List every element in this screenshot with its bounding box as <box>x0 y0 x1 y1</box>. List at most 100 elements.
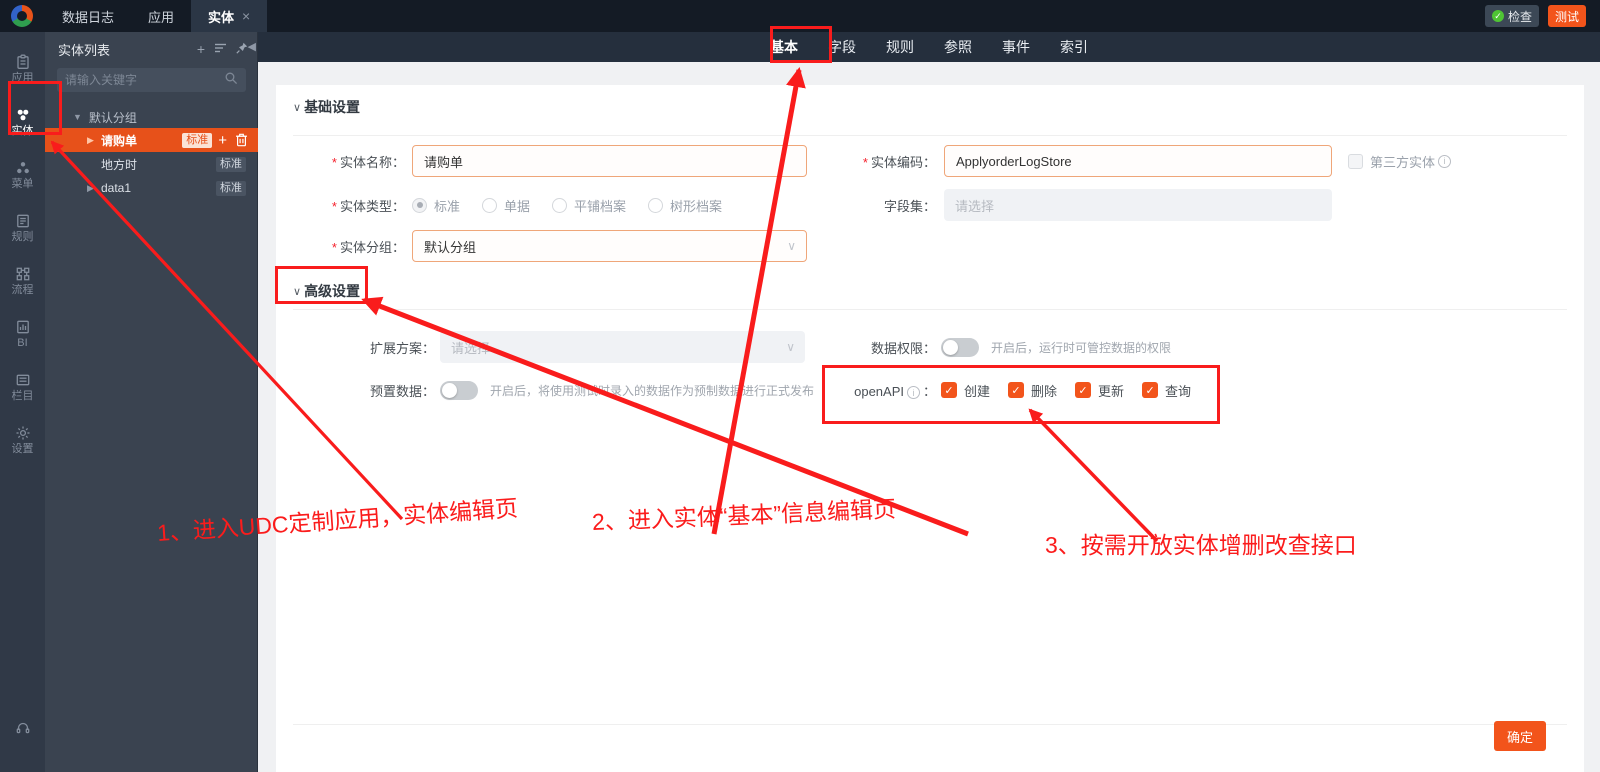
main-content: ∨ 基础设置 * 实体名称： 请购单 * 实体编码： ApplyorderLogSt… <box>258 62 1600 772</box>
info-icon[interactable]: i <box>906 386 920 399</box>
tab-index[interactable]: 索引 <box>1060 37 1088 57</box>
check-icon: ✓ <box>944 384 954 397</box>
check-button[interactable]: ✓ 检查 <box>1484 5 1539 27</box>
tree-group-default[interactable]: ▼ 默认分组 <box>45 106 258 128</box>
tree-item-data1[interactable]: ▶ data1 标准 <box>45 176 258 200</box>
tab-rules[interactable]: 规则 <box>886 37 914 57</box>
openapi-checkbox-group: ✓ 创建 ✓ 删除 ✓ 更新 ✓ 查询 <box>941 381 1209 400</box>
entity-detail-tabbar: 基本 字段 规则 参照 事件 索引 <box>258 32 1600 62</box>
top-tab-application[interactable]: 应用 <box>131 0 191 32</box>
customer-service-icon[interactable] <box>0 720 45 736</box>
divider <box>293 309 1567 310</box>
entity-list-title: 实体列表 <box>58 42 111 58</box>
sidebar-item-settings[interactable]: 设置 <box>0 413 45 466</box>
flow-icon <box>15 266 31 282</box>
sidebar-item-app[interactable]: 应用 <box>0 42 45 95</box>
check-circle-icon: ✓ <box>1491 10 1504 22</box>
third-party-field: 第三方实体 i <box>1348 152 1454 171</box>
add-entity-icon[interactable]: + <box>197 42 205 56</box>
entity-code-label: * 实体编码： <box>862 154 936 170</box>
checkbox-checked[interactable]: ✓ <box>1142 382 1159 398</box>
sidebar-item-entity[interactable]: 实体 <box>0 95 45 148</box>
top-tab-data-log[interactable]: 数据日志 <box>45 0 131 32</box>
sidebar-item-rules[interactable]: 规则 <box>0 201 45 254</box>
divider <box>293 135 1567 136</box>
footer-divider <box>293 724 1567 725</box>
sidebar-item-menu[interactable]: 菜单 <box>0 148 45 201</box>
tab-fields[interactable]: 字段 <box>828 37 856 57</box>
settings-icon <box>15 425 31 441</box>
entity-type-badge: 标准 <box>216 156 246 172</box>
extension-plan-label: 扩展方案： <box>369 340 435 356</box>
openapi-delete[interactable]: ✓ 删除 <box>1008 381 1057 400</box>
top-tab-entity[interactable]: 实体 × <box>191 0 268 32</box>
chevron-down-icon: ∨ <box>787 239 796 253</box>
caret-down-icon: ∨ <box>293 101 302 114</box>
search-icon <box>224 71 238 90</box>
check-icon: ✓ <box>1145 384 1155 397</box>
checkbox-checked[interactable]: ✓ <box>941 382 957 398</box>
menu-icon <box>15 160 31 176</box>
data-permission-label: 数据权限： <box>870 340 936 356</box>
entity-type-label: * 实体类型： <box>331 198 405 214</box>
field-set-select[interactable]: 请选择 <box>944 189 1332 221</box>
app-logo <box>11 5 33 27</box>
add-child-icon[interactable]: + <box>218 132 227 149</box>
bi-icon <box>15 319 31 335</box>
entity-group-select[interactable]: 默认分组 ∨ <box>412 230 807 262</box>
entity-type-badge: 标准 <box>182 132 213 148</box>
tree-item-purchase-request[interactable]: ▶ 请购单 标准 + <box>45 128 258 152</box>
field-set-label: 字段集： <box>883 198 936 214</box>
third-party-checkbox[interactable] <box>1348 153 1363 169</box>
data-permission-toggle[interactable] <box>941 337 979 357</box>
tab-basic[interactable]: 基本 <box>770 37 798 57</box>
topbar-actions: ✓ 检查 测试 <box>1484 5 1600 27</box>
entity-type-badge: 标准 <box>216 180 246 196</box>
openapi-update[interactable]: ✓ 更新 <box>1075 381 1124 400</box>
entity-form-card: ∨ 基础设置 * 实体名称： 请购单 * 实体编码： ApplyorderLogSt… <box>276 85 1584 772</box>
radio-document[interactable]: 单据 <box>482 196 530 215</box>
tree-closed-icon[interactable]: ▶ <box>87 135 97 146</box>
radio-standard[interactable]: 标准 <box>412 196 460 215</box>
close-tab-icon[interactable]: × <box>242 9 250 23</box>
check-icon: ✓ <box>1078 384 1088 397</box>
confirm-button[interactable]: 确定 <box>1494 721 1546 751</box>
checkbox-checked[interactable]: ✓ <box>1075 382 1092 398</box>
tab-events[interactable]: 事件 <box>1002 37 1030 57</box>
caret-down-icon: ∨ <box>293 285 302 298</box>
sidebar-item-flow[interactable]: 流程 <box>0 254 45 307</box>
pin-panel-icon[interactable] <box>236 42 248 56</box>
sidebar-item-bi[interactable]: BI <box>0 307 45 360</box>
preset-data-toggle[interactable] <box>440 380 478 400</box>
delete-entity-icon[interactable] <box>235 133 248 147</box>
entity-code-input[interactable]: ApplyorderLogStore <box>944 145 1332 177</box>
tree-closed-icon[interactable]: ▶ <box>87 183 97 194</box>
rules-icon <box>15 213 31 229</box>
entity-search-box[interactable] <box>57 68 246 92</box>
entity-icon <box>15 107 31 123</box>
sidebar-item-columns[interactable]: 栏目 <box>0 360 45 413</box>
app-icon <box>15 54 31 70</box>
openapi-label: openAPI i： <box>854 383 936 399</box>
checkbox-checked[interactable]: ✓ <box>1008 382 1025 398</box>
module-sidebar: 应用 实体 菜单 规则 流程 BI 栏目 设置 <box>0 32 45 772</box>
tree-open-icon[interactable]: ▼ <box>73 112 82 122</box>
tree-item-difangshi[interactable]: 地方时 标准 <box>45 152 258 176</box>
tab-reference[interactable]: 参照 <box>944 37 972 57</box>
entity-search-input[interactable] <box>65 73 224 87</box>
check-icon: ✓ <box>1011 384 1021 397</box>
section-basic-settings[interactable]: ∨ 基础设置 <box>293 97 360 117</box>
entity-group-label: * 实体分组： <box>331 239 405 255</box>
columns-icon <box>15 372 31 388</box>
sort-list-icon[interactable] <box>214 42 227 56</box>
collapse-panel-icon[interactable]: ◀ <box>248 40 256 53</box>
top-bar: 数据日志 应用 实体 × ✓ 检查 测试 <box>0 0 1600 32</box>
openapi-query[interactable]: ✓ 查询 <box>1142 381 1191 400</box>
preset-data-label: 预置数据： <box>369 383 435 399</box>
openapi-create[interactable]: ✓ 创建 <box>941 381 990 400</box>
info-icon[interactable]: i <box>1438 154 1452 168</box>
entity-list-panel: 实体列表 + ◀ ▼ 默认分组 ▶ 请购单 标准 + 地方时 标准 ▶ data… <box>45 32 258 772</box>
test-button[interactable]: 测试 <box>1547 5 1586 27</box>
section-advanced-settings[interactable]: ∨ 高级设置 <box>293 281 360 301</box>
radio-flat-archive[interactable]: 平铺档案 <box>552 196 626 215</box>
